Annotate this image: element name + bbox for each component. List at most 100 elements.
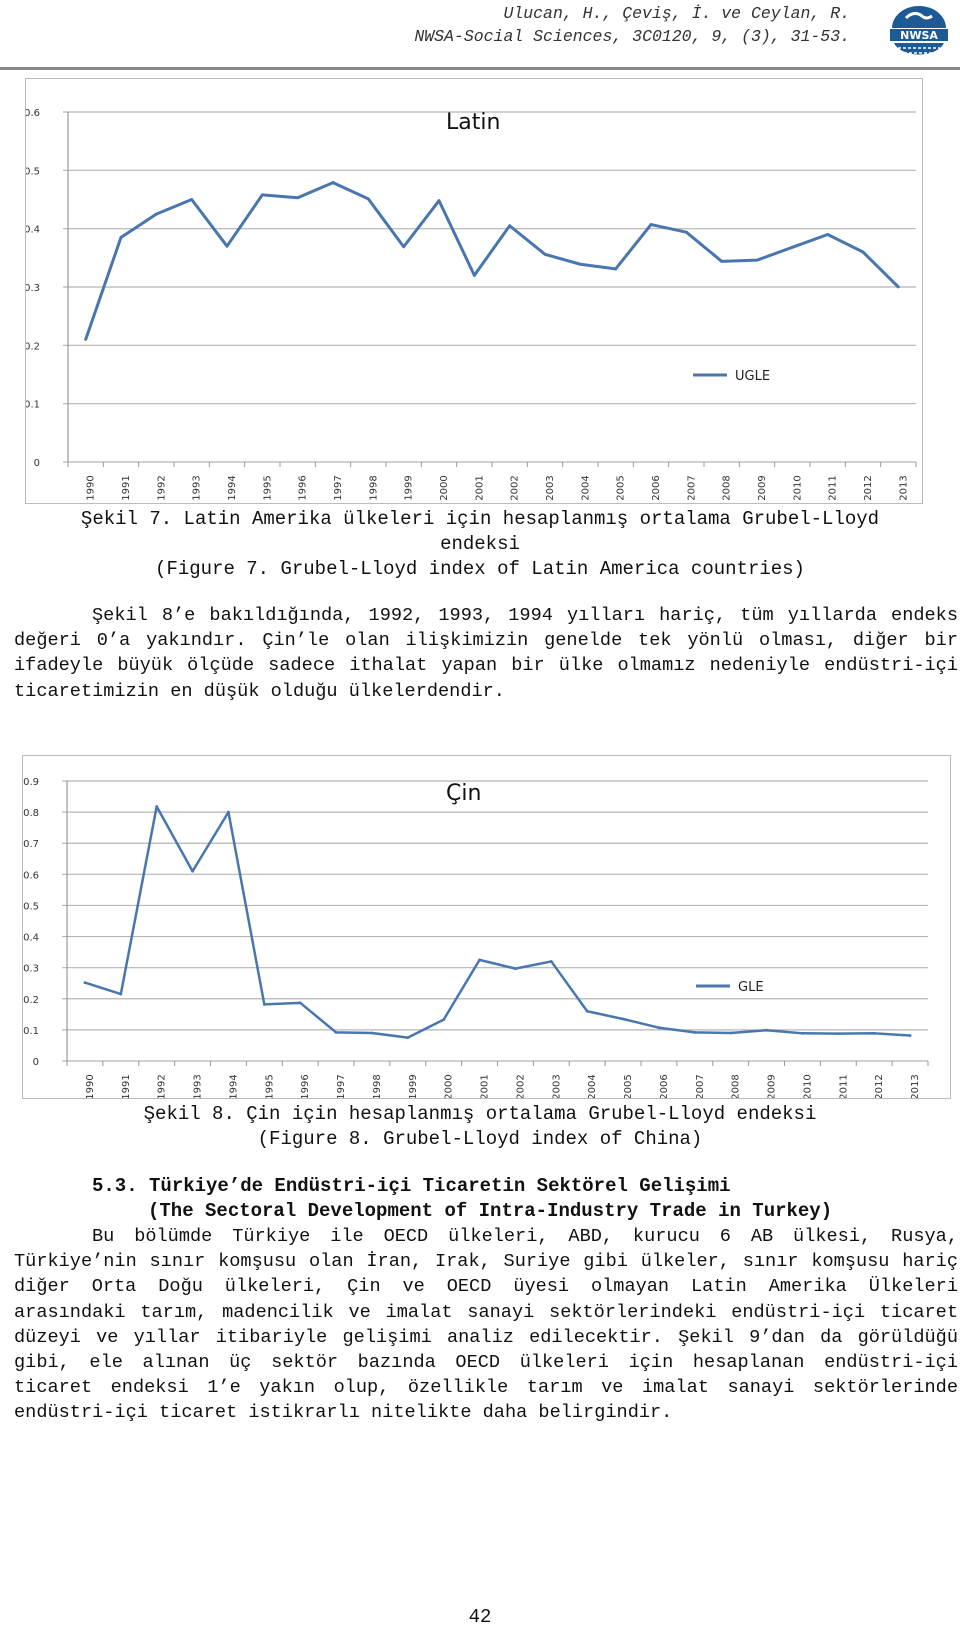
china-data-point (119, 992, 123, 996)
latin-data-point (366, 197, 370, 201)
china-x-tick-label: 1997 (336, 1074, 347, 1098)
paragraph-figure8-discussion: Şekil 8’e bakıldığında, 1992, 1993, 1994… (14, 603, 958, 704)
header-journal-citation: NWSA-Social Sciences, 3C0120, 9, (3), 31… (414, 27, 850, 46)
china-y-tick-label: 0.7 (23, 839, 39, 850)
figure7-caption: Şekil 7. Latin Amerika ülkeleri için hes… (0, 507, 960, 582)
figure7-caption-line1: Şekil 7. Latin Amerika ülkeleri için hes… (80, 508, 880, 530)
china-data-point (872, 1031, 876, 1035)
latin-x-tick-label: 1998 (368, 475, 379, 500)
latin-data-point (260, 193, 264, 197)
china-data-point (191, 869, 194, 873)
section-heading-turkish: 5.3. Türkiye’de Endüstri-içi Ticaretin S… (92, 1175, 731, 1197)
china-data-point (442, 1018, 446, 1022)
latin-x-tick-label: 1996 (298, 475, 309, 500)
china-x-tick-label: 1999 (408, 1074, 419, 1098)
latin-data-point (684, 230, 688, 234)
latin-x-tick-label: 2001 (474, 475, 485, 500)
china-x-tick-label: 1992 (157, 1074, 168, 1098)
header-citation-block: Ulucan, H., Çeviş, İ. ve Ceylan, R. NWSA… (414, 2, 850, 48)
page-number: 42 (468, 1606, 492, 1628)
section-heading-english: (The Sectoral Development of Intra-Indus… (148, 1200, 833, 1222)
latin-data-point (119, 236, 123, 239)
latin-data-point (84, 338, 88, 341)
china-x-tick-label: 1996 (300, 1074, 311, 1098)
china-chart: 0 0.1 0.2 0.3 0.4 0.5 0.6 0.7 0.8 0.9 1990 1991 199… (22, 755, 951, 1099)
latin-data-point (790, 245, 794, 249)
latin-data-point (402, 245, 406, 249)
china-data-point (406, 1036, 410, 1040)
latin-data-point (472, 273, 476, 277)
china-x-tick-label: 2008 (731, 1074, 742, 1098)
figure7-caption-line2: endeksi (440, 533, 520, 555)
china-data-point (657, 1026, 661, 1030)
china-data-point (262, 1002, 266, 1006)
latin-data-point (826, 233, 830, 236)
latin-data-point (437, 199, 441, 203)
figure8-caption-line2: (Figure 8. Grubel-Lloyd index of China) (257, 1128, 703, 1150)
latin-data-point (649, 223, 653, 226)
latin-x-tick-label: 2000 (439, 475, 450, 500)
latin-x-tick-label: 1994 (227, 475, 238, 500)
china-x-tick-label: 2003 (551, 1074, 562, 1098)
china-x-tick-label: 1998 (372, 1074, 383, 1098)
latin-x-tick-label: 1993 (192, 475, 203, 500)
china-data-point (765, 1028, 768, 1032)
china-x-tick-label: 2002 (515, 1074, 526, 1098)
latin-x-tick-label: 2009 (757, 475, 768, 500)
china-data-point (478, 958, 481, 962)
china-x-tick-label: 2012 (874, 1074, 885, 1098)
figure8-caption-line1: Şekil 8. Çin için hesaplanmış ortalama G… (143, 1103, 817, 1125)
latin-chart-svg: 0 0.1 0.2 0.3 0.4 0.5 0.6 1990 1991 1992 1993 1994… (26, 108, 917, 501)
china-data-point (227, 810, 230, 814)
latin-x-tick-label: 2004 (580, 475, 591, 500)
china-data-point (801, 1031, 804, 1035)
latin-y-tick-label: 0.5 (26, 166, 40, 177)
latin-x-tick-label: 1997 (333, 475, 344, 500)
latin-y-tick-label: 0.3 (26, 283, 40, 294)
latin-x-tick-label: 2011 (828, 475, 839, 500)
latin-data-point (508, 224, 512, 228)
china-x-tick-label: 2007 (695, 1074, 706, 1098)
latin-chart-title: Latin (446, 110, 500, 135)
latin-chart: 0 0.1 0.2 0.3 0.4 0.5 0.6 1990 1991 1992 1993 1994… (25, 78, 923, 504)
china-data-point (370, 1031, 374, 1035)
china-legend-label: GLE (738, 980, 764, 995)
latin-data-point (543, 252, 547, 256)
china-y-tick-label: 0.9 (23, 777, 39, 788)
latin-x-tick-label: 2006 (651, 475, 662, 500)
latin-y-tick-label: 0.6 (26, 108, 40, 119)
latin-x-tick-label: 2003 (545, 475, 556, 500)
paragraph-section-intro: Bu bölümde Türkiye ile OECD ülkeleri, AB… (14, 1224, 958, 1426)
latin-x-tick-label: 2005 (616, 475, 627, 500)
china-x-tick-label: 2000 (444, 1074, 455, 1098)
header-divider (0, 67, 960, 70)
china-data-point (514, 967, 517, 970)
china-data-point (836, 1032, 840, 1036)
latin-x-tick-label: 1995 (262, 475, 273, 500)
china-chart-svg: 0 0.1 0.2 0.3 0.4 0.5 0.6 0.7 0.8 0.9 1990 1991 199… (23, 777, 929, 1098)
latin-x-tick-label: 1999 (404, 475, 415, 500)
china-x-tick-label: 2006 (659, 1074, 670, 1098)
china-x-tick-label: 2011 (838, 1074, 849, 1098)
latin-data-point (720, 259, 724, 263)
latin-data-point (190, 198, 194, 201)
china-data-point (549, 960, 553, 963)
latin-data-point (755, 258, 759, 262)
china-data-point (334, 1030, 338, 1034)
china-y-tick-label: 0.4 (23, 933, 39, 944)
china-chart-title: Çin (446, 781, 481, 806)
latin-data-point (614, 267, 618, 271)
china-x-tick-label: 2004 (587, 1074, 598, 1098)
latin-x-tick-label: 2012 (863, 475, 874, 500)
china-x-tick-label: 1994 (228, 1074, 239, 1098)
china-x-tick-label: 2010 (802, 1074, 813, 1098)
latin-data-point (154, 212, 158, 216)
china-x-tick-label: 1995 (264, 1074, 275, 1098)
china-x-tick-label: 2013 (910, 1074, 921, 1098)
latin-data-point (331, 181, 335, 184)
china-data-point (621, 1017, 625, 1021)
latin-data-point (861, 250, 865, 254)
header-authors: Ulucan, H., Çeviş, İ. ve Ceylan, R. (503, 4, 850, 23)
figure7-caption-line3: (Figure 7. Grubel-Lloyd index of Latin A… (155, 558, 805, 580)
latin-data-point (225, 244, 229, 248)
